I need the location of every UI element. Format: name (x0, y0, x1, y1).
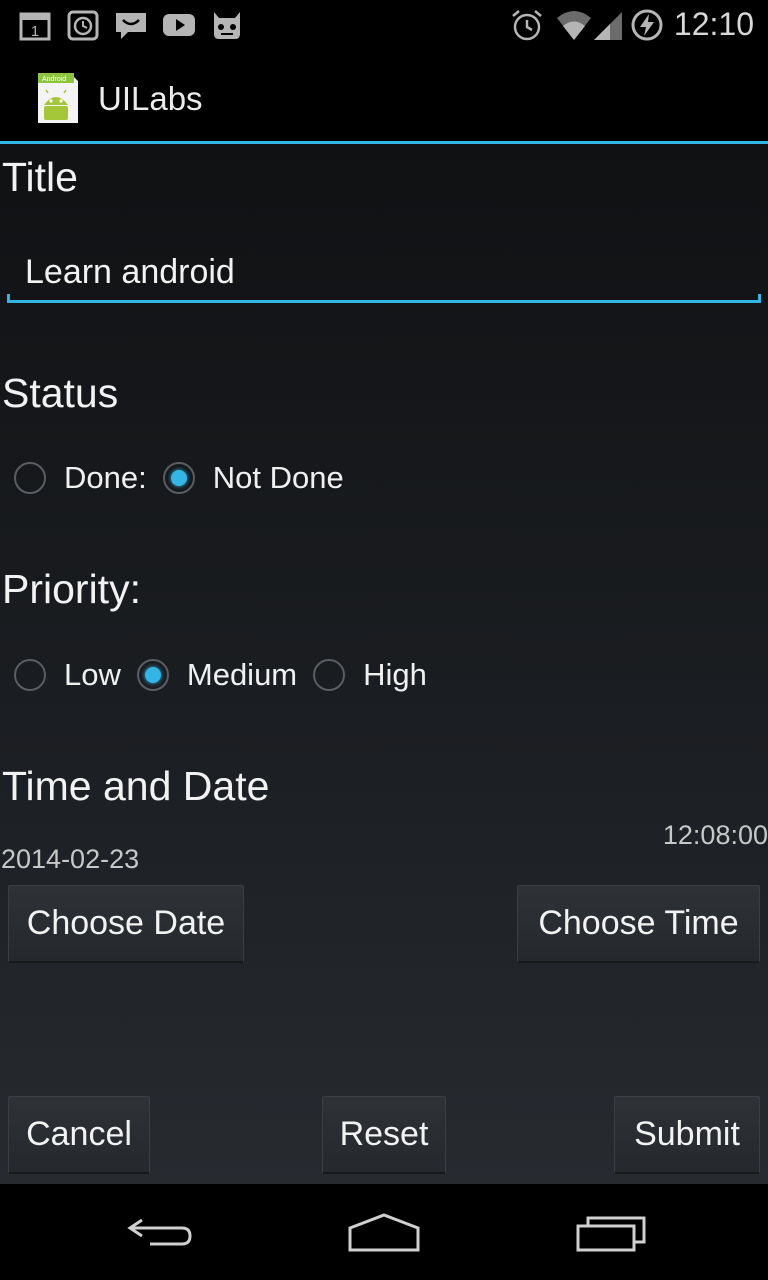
reset-button[interactable]: Reset (322, 1096, 446, 1174)
date-value: 2014-02-23 (1, 844, 140, 874)
cyanogen-icon (210, 8, 244, 42)
wifi-icon (556, 8, 592, 42)
alarm-clock-icon (66, 8, 100, 42)
priority-option-label: High (363, 657, 427, 692)
back-icon[interactable] (120, 1210, 200, 1254)
submit-button[interactable]: Submit (614, 1096, 760, 1174)
home-icon[interactable] (344, 1210, 424, 1254)
svg-text:1: 1 (31, 23, 39, 40)
recents-icon[interactable] (572, 1210, 652, 1254)
radio-button[interactable] (313, 659, 346, 691)
choose-date-button[interactable]: Choose Date (8, 885, 244, 963)
priority-label: Priority: (2, 566, 141, 612)
signal-icon (592, 8, 626, 42)
status-option-done[interactable]: Done: (14, 460, 147, 496)
radio-button[interactable] (14, 659, 46, 691)
title-field[interactable] (7, 242, 761, 306)
youtube-icon (162, 8, 196, 42)
action-bar: Android UILabs (0, 50, 768, 144)
content-area: Title Status Done: Not Done Priority: Lo… (0, 144, 768, 1184)
svg-text:Android: Android (42, 76, 66, 83)
priority-option-low[interactable]: Low (14, 657, 121, 693)
screen: 1 12:10 Android UILabs Title Learn andro… (0, 0, 768, 1280)
message-icon (114, 8, 148, 42)
status-radio-group: Done: Not Done (14, 458, 360, 498)
choose-time-button[interactable]: Choose Time (517, 885, 760, 963)
battery-charging-icon (630, 8, 664, 42)
radio-button-checked[interactable] (162, 462, 195, 494)
navigation-bar (0, 1184, 768, 1280)
time-and-date-label: Time and Date (2, 763, 270, 809)
priority-option-label: Low (64, 657, 121, 692)
priority-option-high[interactable]: High (313, 657, 427, 693)
title-label: Title (2, 154, 78, 200)
radio-button[interactable] (14, 462, 46, 494)
alarm-icon (510, 8, 544, 42)
title-input[interactable] (7, 242, 761, 302)
status-option-not-done[interactable]: Not Done (162, 460, 344, 496)
time-value: 12:08:00 (662, 820, 768, 850)
status-label: Status (2, 370, 119, 416)
priority-option-medium[interactable]: Medium (136, 657, 298, 693)
status-time: 12:10 (673, 6, 754, 42)
calendar-icon: 1 (18, 8, 52, 42)
android-app-icon[interactable]: Android (34, 71, 80, 125)
cancel-button[interactable]: Cancel (8, 1096, 150, 1174)
priority-option-label: Medium (186, 657, 298, 692)
status-bar: 1 12:10 (0, 0, 768, 50)
title-input-underline (7, 294, 761, 303)
status-option-label: Not Done (212, 460, 344, 495)
status-option-label: Done: (64, 460, 147, 495)
priority-radio-group: Low Medium High (14, 655, 443, 695)
radio-button-checked[interactable] (136, 659, 169, 691)
app-title: UILabs (98, 80, 203, 117)
